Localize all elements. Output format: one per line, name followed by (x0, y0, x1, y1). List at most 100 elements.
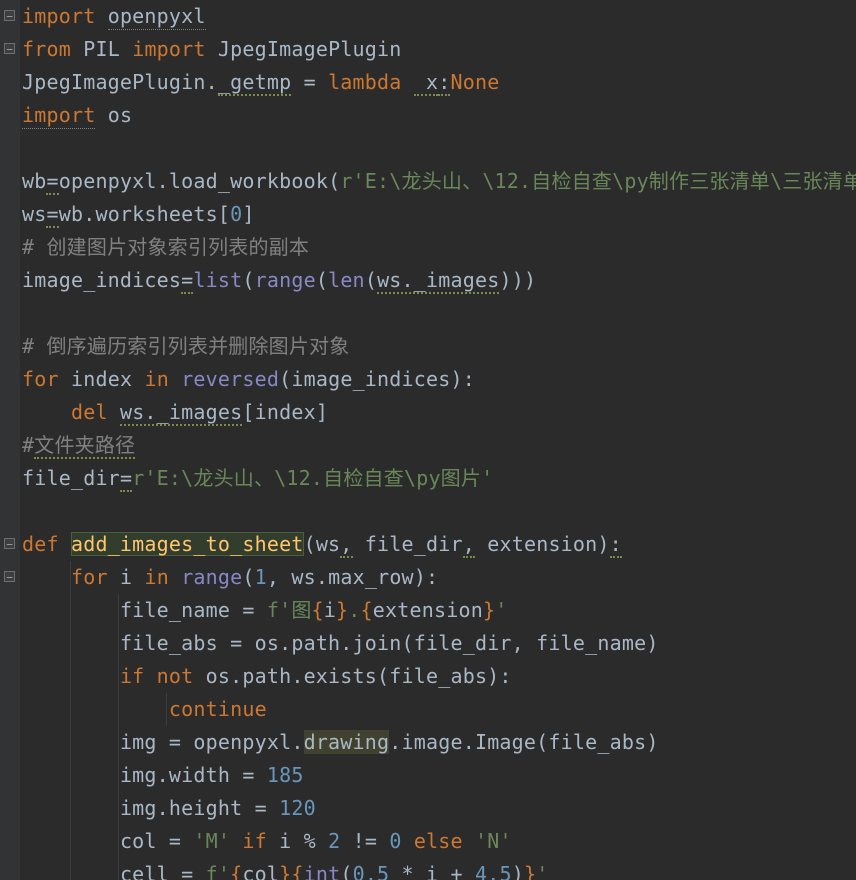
token-op (132, 367, 144, 391)
token-id: x (414, 70, 438, 96)
token-kw: in (144, 565, 168, 589)
token-op (169, 367, 181, 391)
gutter-row (0, 858, 20, 880)
token-kw: } (483, 598, 495, 622)
token-op (95, 4, 107, 28)
token-id: ws._images (377, 268, 499, 294)
code-line[interactable]: import openpyxl (22, 0, 856, 33)
token-str: f'图 (267, 598, 312, 622)
token-cmt: # 创建图片对象索引列表的副本 (22, 235, 309, 259)
indent-guide (70, 858, 71, 880)
code-line[interactable]: ws=wb.worksheets[0] (22, 198, 856, 231)
gutter-row (0, 825, 20, 858)
code-line[interactable]: col = 'M' if i % 2 != 0 else 'N' (22, 825, 856, 858)
token-kw: }{ (279, 862, 303, 880)
token-str: r'E:\龙头山、\12.自检自查\py图片' (132, 466, 493, 490)
token-op (22, 565, 71, 589)
fold-icon[interactable]: − (4, 10, 15, 21)
token-cmt: # 倒序遍历索引列表并删除图片对象 (22, 334, 349, 358)
fold-icon[interactable]: − (4, 43, 15, 54)
token-num: 1 (255, 565, 267, 589)
code-line[interactable]: for i in range(1, ws.max_row): (22, 561, 856, 594)
code-line[interactable] (22, 132, 856, 165)
token-op: ] (242, 202, 254, 226)
indent-guide (70, 693, 71, 726)
code-area[interactable]: import openpyxlfrom PIL import JpegImage… (20, 0, 856, 880)
token-id: img (120, 730, 157, 754)
gutter-row (0, 726, 20, 759)
token-op: = (46, 202, 58, 228)
token-id: col (120, 829, 157, 853)
token-op (95, 103, 107, 127)
code-line[interactable]: file_abs = os.path.join(file_dir, file_n… (22, 627, 856, 660)
code-line[interactable]: from PIL import JpegImagePlugin (22, 33, 856, 66)
code-line[interactable]: import os (22, 99, 856, 132)
token-kw: del (71, 400, 108, 424)
gutter-row (0, 198, 20, 231)
code-line[interactable]: file_name = f'图{i}.{extension}' (22, 594, 856, 627)
code-line[interactable]: wb=openpyxl.load_workbook(r'E:\龙头山、\12.自… (22, 165, 856, 198)
token-id: PIL (83, 37, 120, 61)
gutter-row (0, 264, 20, 297)
token-op: ( (340, 862, 352, 880)
token-id: os.path.exists(file_abs): (206, 664, 512, 688)
code-line[interactable]: JpegImagePlugin._getmp = lambda x:None (22, 66, 856, 99)
indent-guide (118, 594, 119, 627)
indent-guide (70, 792, 71, 825)
code-line[interactable]: continue (22, 693, 856, 726)
token-op: .image.Image(file_abs) (389, 730, 658, 754)
token-id: drawing (304, 730, 390, 754)
gutter-row (0, 165, 20, 198)
code-line[interactable]: # 创建图片对象索引列表的副本 (22, 231, 856, 264)
token-op (169, 565, 181, 589)
token-op: = (230, 598, 267, 622)
code-line[interactable]: image_indices=list(range(len(ws._images)… (22, 264, 856, 297)
code-line[interactable]: for index in reversed(image_indices): (22, 363, 856, 396)
code-line[interactable]: # 倒序遍历索引列表并删除图片对象 (22, 330, 856, 363)
token-kw: } (336, 598, 348, 622)
token-op: ( (242, 268, 254, 292)
gutter-row (0, 396, 20, 429)
token-id: os.path.join(file_dir, file_name) (255, 631, 659, 655)
gutter-row (0, 627, 20, 660)
code-line[interactable] (22, 297, 856, 330)
code-line[interactable]: cell = f'{col}{int(0.5 * i + 4.5)}' (22, 858, 856, 880)
token-op (463, 829, 475, 853)
gutter-row (0, 99, 20, 132)
gutter-row (0, 594, 20, 627)
fold-icon[interactable]: − (4, 538, 15, 549)
token-bi: list (193, 268, 242, 292)
token-num: 0.5 (353, 862, 390, 880)
token-kw: { (361, 598, 373, 622)
token-op: = (181, 268, 193, 294)
indent-guide (70, 660, 71, 693)
token-op: . (157, 169, 169, 193)
code-editor[interactable]: − − − − import openpyxlfrom PIL import Jpeg… (0, 0, 856, 880)
token-op: = (291, 70, 328, 94)
token-op (71, 37, 83, 61)
code-line[interactable]: #文件夹路径 (22, 429, 856, 462)
code-line[interactable]: del ws._images[index] (22, 396, 856, 429)
token-op: * i + (389, 862, 475, 880)
indent-guide (118, 726, 119, 759)
code-line[interactable]: file_dir=r'E:\龙头山、\12.自检自查\py图片' (22, 462, 856, 495)
code-line[interactable]: img.width = 185 (22, 759, 856, 792)
code-line[interactable]: img.height = 120 (22, 792, 856, 825)
gutter-row (0, 363, 20, 396)
code-line[interactable]: img = openpyxl.drawing.image.Image(file_… (22, 726, 856, 759)
indent-guide (118, 693, 119, 726)
token-kw: import (22, 103, 95, 129)
token-num: 2 (328, 829, 340, 853)
token-cmt: 文件夹路径 (34, 433, 135, 459)
indent-guide (118, 792, 119, 825)
token-op: .worksheets[ (83, 202, 230, 226)
code-line[interactable] (22, 495, 856, 528)
code-line[interactable]: if not os.path.exists(file_abs): (22, 660, 856, 693)
token-id: ws._images (120, 400, 242, 426)
fold-icon[interactable]: − (4, 571, 15, 582)
token-op: [index] (242, 400, 328, 424)
code-line[interactable]: def add_images_to_sheet(ws, file_dir, ex… (22, 528, 856, 561)
indent-guide (166, 693, 167, 726)
gutter-row (0, 792, 20, 825)
token-op: ( (328, 169, 340, 193)
